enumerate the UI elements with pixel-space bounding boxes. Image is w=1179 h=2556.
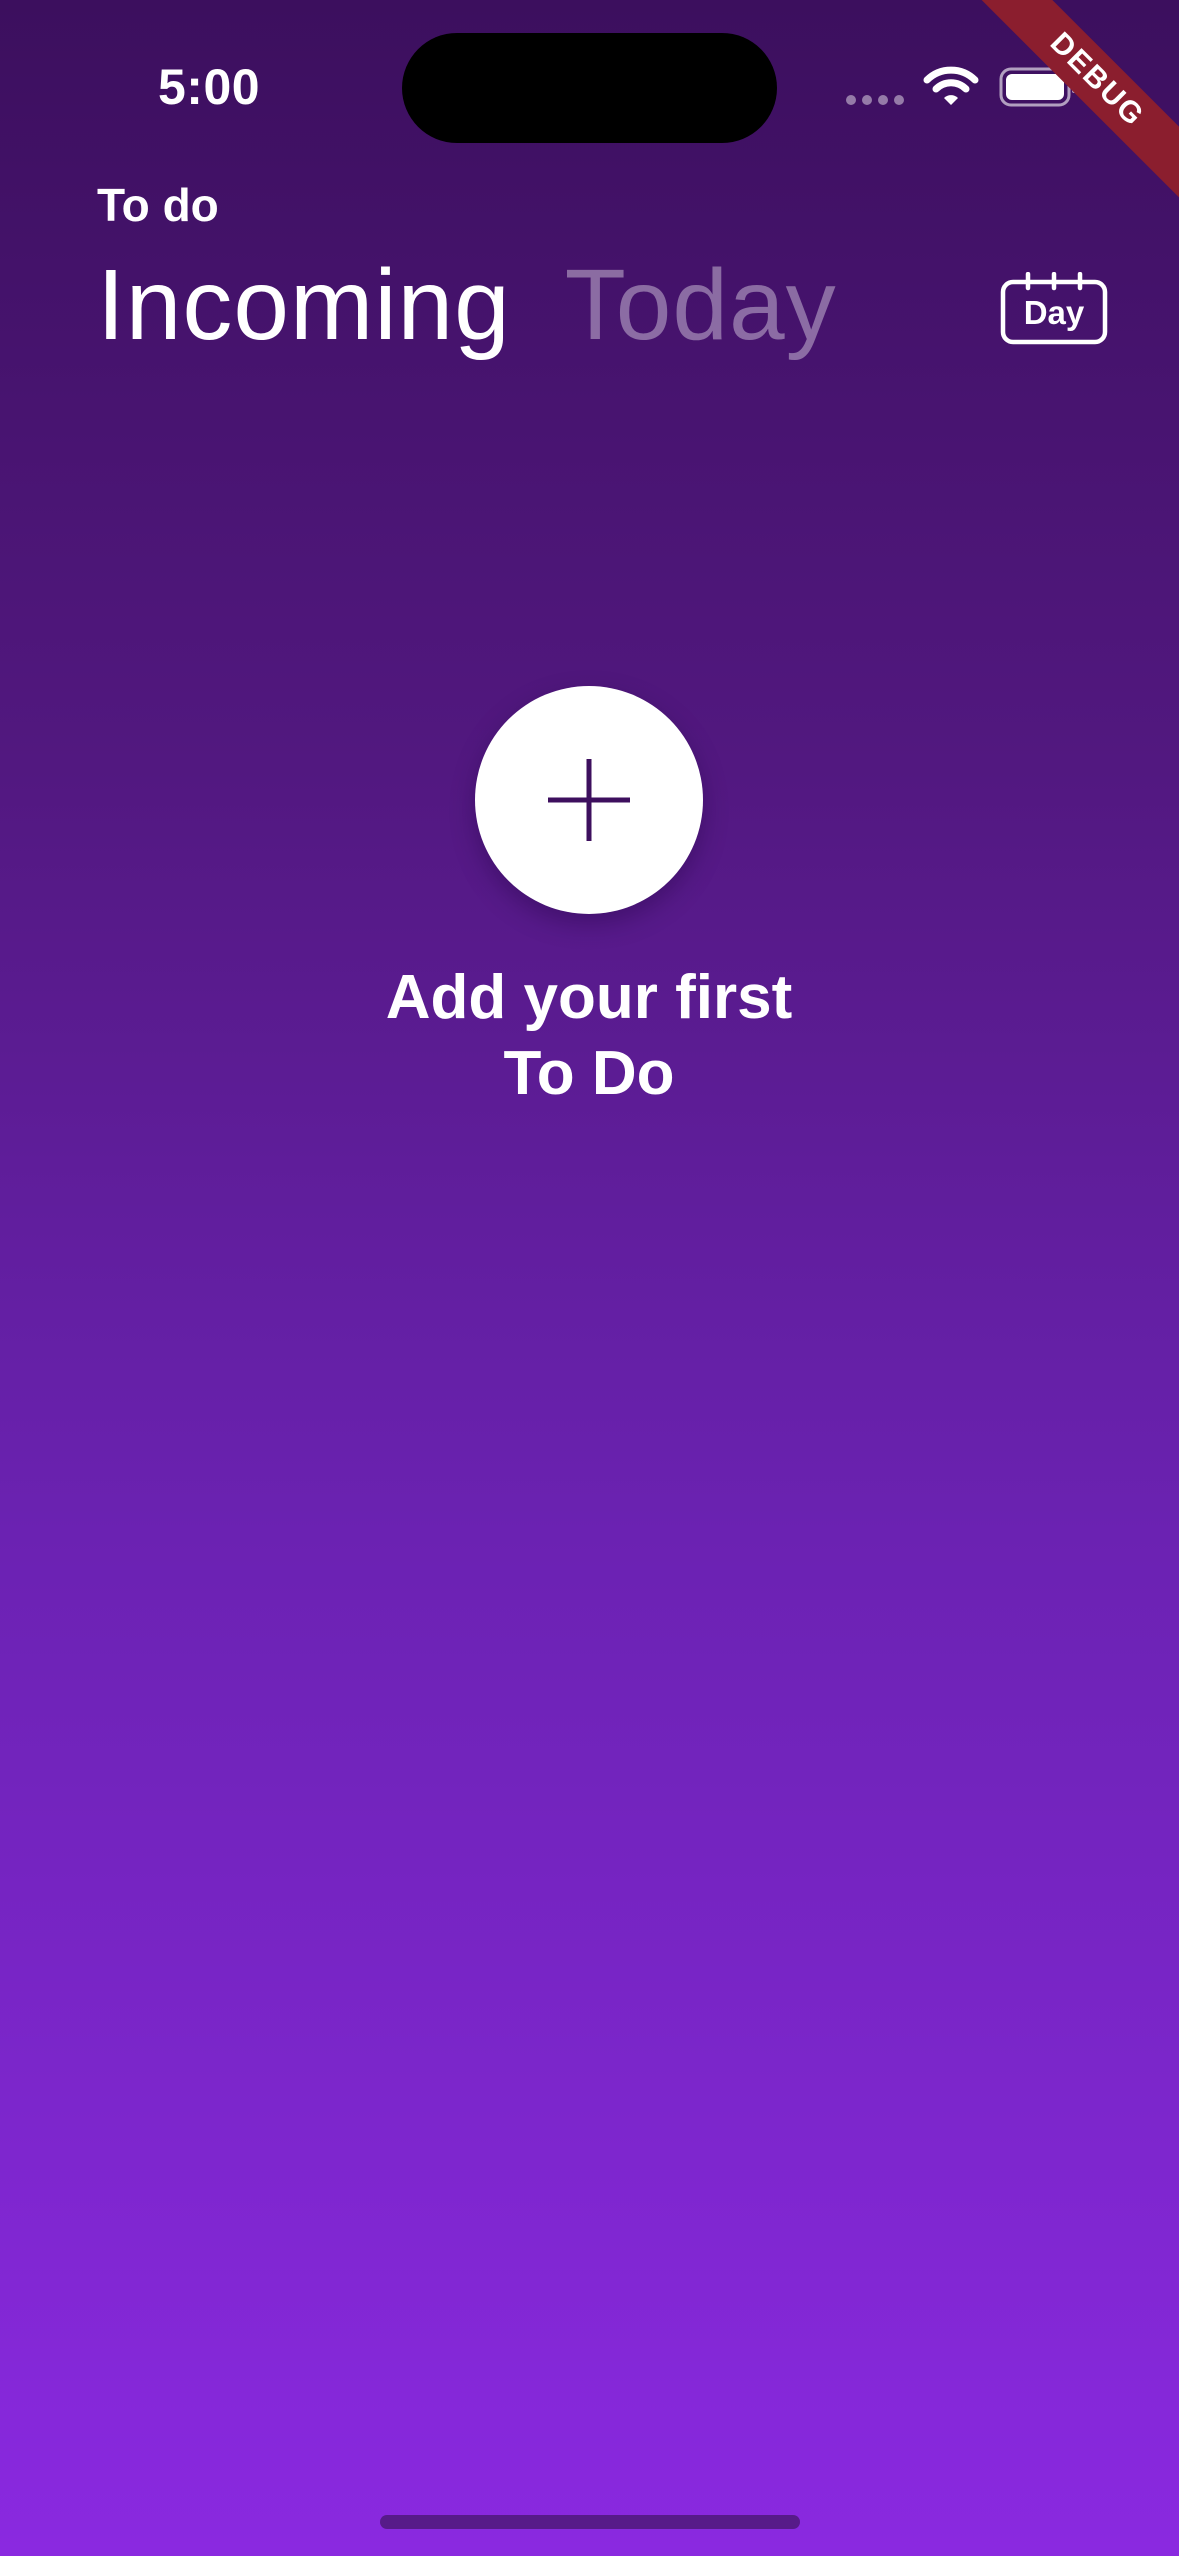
status-time: 5:00	[158, 59, 261, 115]
plus-icon	[548, 759, 630, 841]
empty-state-message: Add your first To Do	[289, 960, 889, 1112]
calendar-day-label: Day	[1023, 294, 1085, 331]
tab-incoming[interactable]: Incoming	[97, 250, 511, 360]
signal-dots-icon	[846, 95, 904, 105]
calendar-day-button[interactable]: Day	[1000, 272, 1108, 346]
add-todo-button[interactable]	[475, 686, 703, 914]
tab-bar: Incoming Today	[97, 250, 837, 360]
app-screen: 5:00 DEBUG To do Incoming Today Day Add …	[0, 0, 1179, 2556]
empty-state-line-2: To Do	[503, 1039, 675, 1108]
wifi-icon	[923, 66, 979, 105]
dynamic-island	[402, 33, 777, 143]
home-indicator[interactable]	[380, 2515, 800, 2529]
empty-state-line-1: Add your first	[385, 963, 793, 1032]
app-label: To do	[97, 179, 219, 231]
tab-today[interactable]: Today	[565, 250, 837, 360]
